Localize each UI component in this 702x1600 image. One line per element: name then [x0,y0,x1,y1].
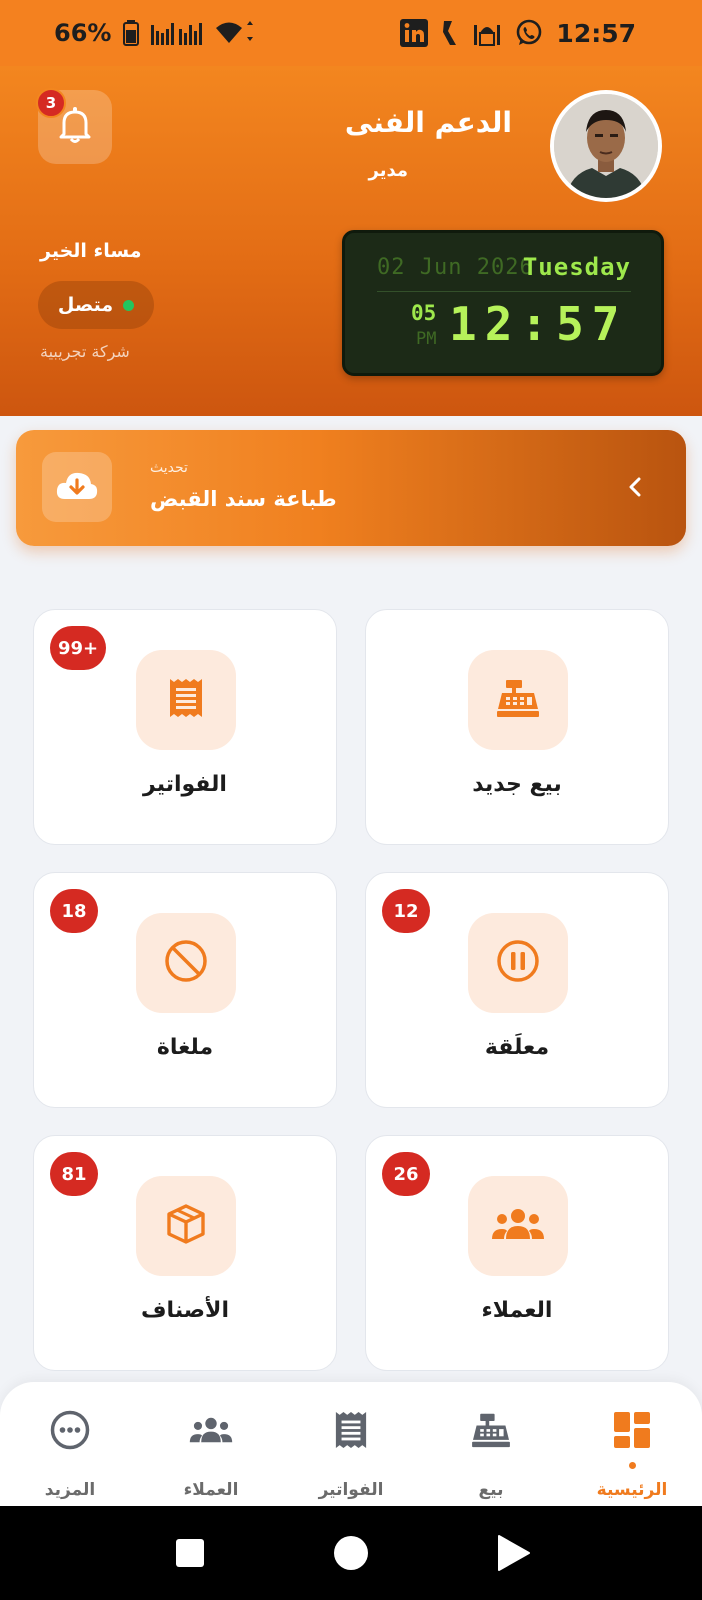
banner-icon-box [42,452,112,522]
card-invoices[interactable]: 99+ الفواتير [33,609,337,845]
online-dot-icon [123,299,135,311]
receipt-icon [329,1408,373,1452]
customers-count-badge: 26 [382,1152,430,1196]
invoices-count-badge: 99+ [50,626,107,670]
ban-icon [164,939,208,987]
back-button[interactable] [493,1533,533,1573]
receipt-icon [168,677,204,723]
online-status-label: متصل [57,294,114,316]
card-label: الفواتير [143,772,227,797]
mosque-icon [472,19,502,47]
whatsapp-icon [514,18,544,48]
print-receipt-banner[interactable]: تحديث طباعة سند القبض [16,430,686,546]
signal-icon [151,21,203,45]
clock-seconds: 05 [411,301,437,325]
pause-circle-icon [496,939,540,987]
recents-button[interactable] [170,1533,210,1573]
bell-icon [58,106,92,148]
card-icon-box [136,913,236,1013]
nav-item-customers[interactable]: العملاء [141,1382,281,1506]
card-label: ملغاة [156,1035,214,1060]
nav-label: بيع [478,1480,504,1500]
notification-badge: 3 [36,88,66,118]
items-count-badge: 81 [50,1152,98,1196]
avatar-photo [554,94,658,198]
card-label: الأصناف [141,1298,229,1323]
clock-ampm: PM [416,329,437,349]
more-dots-icon [48,1408,92,1452]
profile-header: الدعم الفنى مدير 3 مساء الخير متصل شركة … [0,66,702,416]
cloud-download-icon [55,469,99,505]
nav-item-invoices[interactable]: الفواتير [281,1382,421,1506]
card-suspended[interactable]: 12 معلَقة [365,872,669,1108]
nav-item-home[interactable]: الرئيسية [562,1382,702,1506]
online-status-badge: متصل [38,281,154,329]
home-button[interactable] [331,1533,371,1573]
dashboard-icon [610,1408,654,1452]
suspended-count-badge: 12 [382,889,430,933]
card-cancelled[interactable]: 18 ملغاة [33,872,337,1108]
status-bar: 66% 12:57 [0,0,702,66]
clock-time: 12:57 [449,297,628,351]
card-items[interactable]: 81 الأصناف [33,1135,337,1371]
chevron-left-icon [620,472,650,502]
digital-clock: 02 Jun 2026 Tuesday 05 PM 12:57 [342,230,664,376]
clock-day: Tuesday [522,253,631,281]
wifi-icon [215,21,255,45]
app-k-icon [440,19,460,47]
banner-subtitle: تحديث [150,460,188,476]
clock-divider [377,291,631,292]
card-label: العملاء [481,1298,553,1323]
card-label: معلَقة [484,1035,550,1060]
cash-register-icon [496,678,540,722]
clock-date: 02 Jun 2026 [377,255,534,280]
box-icon [166,1203,206,1249]
nav-item-more[interactable]: المزيد [0,1382,140,1506]
linkedin-icon [400,19,429,47]
nav-label: الرئيسية [596,1480,668,1500]
banner-title: طباعة سند القبض [150,487,337,511]
card-label: بيع جديد [472,772,562,797]
users-icon [189,1408,233,1452]
nav-label: المزيد [44,1480,96,1500]
card-customers[interactable]: 26 العملاء [365,1135,669,1371]
users-icon [491,1207,545,1245]
card-icon-box [136,650,236,750]
card-icon-box [468,650,568,750]
nav-label: الفواتير [318,1480,384,1500]
card-icon-box [136,1176,236,1276]
user-name: الدعم الفنى [344,106,512,139]
company-name: شركة تجريبية [40,342,130,361]
status-time: 12:57 [556,18,636,48]
cash-register-icon [469,1408,513,1452]
active-indicator-dot [629,1462,636,1469]
nav-item-sale[interactable]: بيع [421,1382,561,1506]
card-icon-box [468,1176,568,1276]
bottom-navigation: الرئيسية بيع الفواتير العملاء المزيد [0,1382,702,1506]
battery-percent: 66% [54,19,112,47]
battery-icon [123,20,140,46]
card-new-sale[interactable]: بيع جديد [365,609,669,845]
greeting-text: مساء الخير [40,240,142,262]
avatar[interactable] [550,90,662,202]
nav-label: العملاء [183,1480,239,1500]
cancelled-count-badge: 18 [50,889,98,933]
system-navigation-bar [0,1506,702,1600]
user-role: مدير [368,160,409,181]
card-icon-box [468,913,568,1013]
